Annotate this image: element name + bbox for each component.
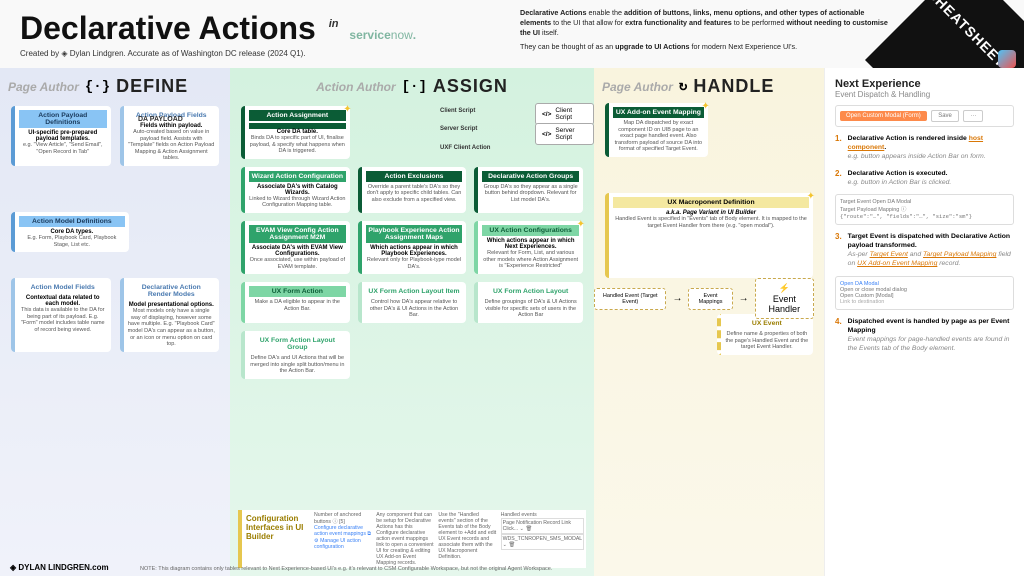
box-action-payload-fields: Action Payload Fields Fields within payl…: [120, 106, 220, 166]
box-action-model-def: Action Model Definitions Core DA types. …: [11, 212, 129, 252]
config-interfaces: Configuration Interfaces in UI Builder N…: [238, 510, 586, 568]
box-action-assignment: ✦ Action Assignment Core DA table. Binds…: [241, 106, 350, 159]
mini-action-bar: Open Custom Modal (Form) Save ···: [835, 105, 1014, 127]
footer-note: NOTE: This diagram contains only tables …: [140, 566, 552, 572]
box-action-payload-def: Action Payload Definitions UI-specific p…: [11, 106, 111, 166]
column-handle: Page Author ↻ HANDLE ✦ UX Add-on Event M…: [594, 68, 824, 576]
box-ux-event: UX Event Define name & properties of bot…: [717, 314, 813, 355]
description: Declarative Actions enable the addition …: [520, 8, 890, 52]
box-wizard-action-cfg: Wizard Action Configuration Associate DA…: [241, 167, 350, 213]
box-ux-addon-event-mapping: ✦ UX Add-on Event Mapping Map DA dispatc…: [605, 103, 708, 157]
box-action-model-fields: Action Model Fields Contextual data rela…: [11, 278, 111, 352]
side-panel: Next Experience Event Dispatch & Handlin…: [824, 68, 1024, 576]
box-ux-form-action-layout-group: UX Form Action Layout Group Define DA's …: [241, 331, 350, 379]
event-chain: Handled Event (Target Event) → Event Map…: [594, 278, 814, 319]
column-define: Page Author {·} DEFINE DA PAYLOAD Action…: [0, 68, 230, 576]
footer-logo: ◈ DYLAN LINDGREN.com: [10, 563, 109, 572]
corner-logo-icon: [998, 50, 1016, 68]
mini-event-mapping: Target Event Open DA Modal Target Payloa…: [835, 194, 1014, 225]
column-assign: Action Author [·] ASSIGN Client Script S…: [230, 68, 594, 576]
box-ux-form-action-layout: UX Form Action Layout Define groupings o…: [474, 282, 583, 323]
box-ux-macroponent: ✦ UX Macroponent Definition a.k.a. Page …: [605, 193, 813, 278]
box-playbook-exp: Playbook Experience Action Assignment Ma…: [358, 221, 467, 274]
box-da-render-modes: Declarative Action Render Modes Model pr…: [120, 278, 220, 352]
box-ux-form-action-layout-item: UX Form Action Layout Item Control how D…: [358, 282, 467, 323]
box-ux-form-action: UX Form Action Make a DA eligible to app…: [241, 282, 350, 323]
mini-modal: Open DA Modal Open or close modal dialog…: [835, 276, 1014, 310]
box-action-exclusions: Action Exclusions Override a parent tabl…: [358, 167, 467, 213]
box-evam: EVAM View Config Action Assignment M2M A…: [241, 221, 350, 274]
box-ux-action-cfg: ✦ UX Action Configurations Which actions…: [474, 221, 583, 274]
da-payload-label: DA PAYLOAD: [138, 116, 183, 123]
server-script-box: </>Server Script: [535, 123, 594, 145]
box-da-groups: Declarative Action Groups Group DA's so …: [474, 167, 583, 213]
client-script-box: </>Client Script: [535, 103, 594, 125]
